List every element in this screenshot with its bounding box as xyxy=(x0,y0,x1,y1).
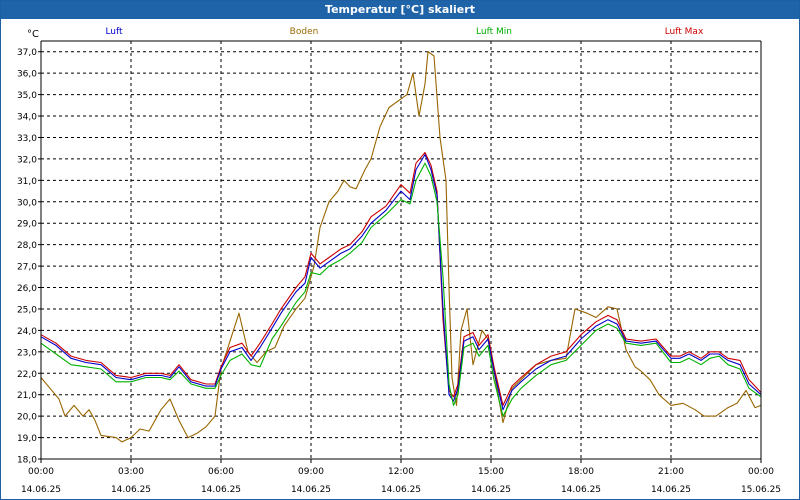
y-tick-label: 34,0 xyxy=(17,113,37,123)
legend-entry-luft: Luft xyxy=(105,27,123,37)
x-tick-label-date: 14.06.25 xyxy=(471,485,511,495)
y-tick-label: 30,0 xyxy=(17,198,37,208)
x-tick-label-time: 06:00 xyxy=(208,467,234,477)
x-tick-label-date: 14.06.25 xyxy=(381,485,421,495)
x-tick-label-date: 14.06.25 xyxy=(291,485,331,495)
y-tick-label: 28,0 xyxy=(17,241,37,251)
x-tick-label-time: 15:00 xyxy=(478,467,504,477)
x-tick-label-time: 03:00 xyxy=(118,467,144,477)
y-tick-label: 19,0 xyxy=(17,434,37,444)
y-tick-label: 29,0 xyxy=(17,220,37,230)
y-tick-label: 26,0 xyxy=(17,284,37,294)
x-tick-label-time: 09:00 xyxy=(298,467,324,477)
y-tick-label: 27,0 xyxy=(17,263,37,273)
x-tick-label-time: 12:00 xyxy=(388,467,414,477)
x-tick-label-date: 15.06.25 xyxy=(741,485,781,495)
x-tick-label-date: 14.06.25 xyxy=(111,485,151,495)
x-tick-label-date: 14.06.25 xyxy=(651,485,691,495)
x-tick-label-date: 14.06.25 xyxy=(21,485,61,495)
y-tick-label: 21,0 xyxy=(17,391,37,401)
y-tick-label: 20,0 xyxy=(17,413,37,423)
y-tick-label: 33,0 xyxy=(17,134,37,144)
chart-window: Temperatur [°C] skaliert 18,0 19,0 20,0 21,… xyxy=(0,0,800,500)
x-tick-label-date: 14.06.25 xyxy=(201,485,241,495)
x-tick-label-time: 00:00 xyxy=(748,467,774,477)
y-tick-label: 22,0 xyxy=(17,370,37,380)
y-tick-label: 37,0 xyxy=(17,48,37,58)
y-tick-label: 24,0 xyxy=(17,327,37,337)
legend-entry-boden: Boden xyxy=(290,27,319,37)
temperature-chart: 18,0 19,0 20,0 21,0 22,0 23,0 24,0 25,0 26,0 27,0… xyxy=(17,27,781,495)
y-tick-label: 32,0 xyxy=(17,155,37,165)
y-tick-label: 23,0 xyxy=(17,348,37,358)
y-tick-label: 36,0 xyxy=(17,70,37,80)
window-title: Temperatur [°C] skaliert xyxy=(1,1,799,19)
legend-entry-luft-min: Luft Min xyxy=(476,27,512,37)
y-tick-label: 25,0 xyxy=(17,305,37,315)
x-tick-label-date: 14.06.25 xyxy=(561,485,601,495)
x-tick-label-time: 00:00 xyxy=(28,467,54,477)
y-tick-label: 31,0 xyxy=(17,177,37,187)
y-tick-label: 18,0 xyxy=(17,456,37,466)
x-tick-label-time: 21:00 xyxy=(658,467,684,477)
legend-entry-luft-max: Luft Max xyxy=(665,27,704,37)
y-axis-unit-label: °C xyxy=(27,29,39,40)
y-tick-label: 35,0 xyxy=(17,91,37,101)
x-tick-label-time: 18:00 xyxy=(568,467,594,477)
